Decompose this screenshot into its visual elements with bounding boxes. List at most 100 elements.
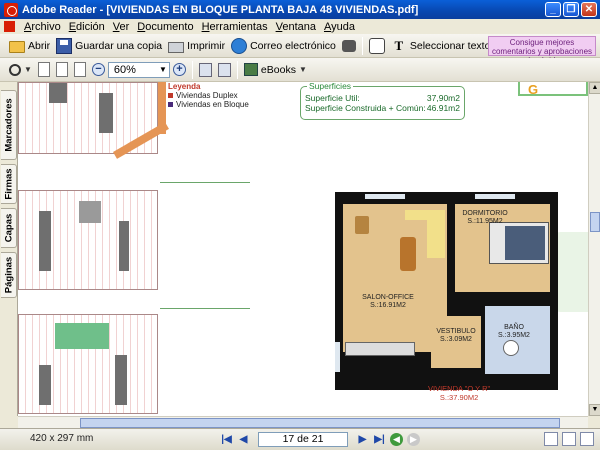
facing-icon[interactable] (580, 432, 594, 446)
chevron-down-icon: ▼ (24, 65, 32, 74)
title-bar: Adobe Reader - [VIVIENDAS EN BLOQUE PLAN… (0, 0, 600, 19)
tab-firmas[interactable]: Firmas (1, 164, 17, 204)
room-label-dormitorio: DORMITORIO S.:11.95M2 (462, 210, 508, 225)
legend-item: Viviendas en Bloque (168, 100, 249, 109)
adobe-reader-icon (4, 2, 18, 17)
minimize-button[interactable]: _ (545, 2, 561, 17)
text-cursor-icon: T (394, 37, 404, 53)
surfaces-box: Superficies Superficie Util: 37,90m2 Supe… (300, 82, 465, 120)
menu-ver[interactable]: Ver (109, 21, 134, 33)
building-plan-block (18, 190, 158, 290)
floor-plan: DORMITORIO S.:11.95M2 SALON-OFFICE S.:16.9… (335, 192, 558, 390)
surface-row: Superficie Construida + Común: 46.91m2 (305, 103, 460, 113)
select-text-button[interactable]: T Seleccionar texto (388, 36, 494, 56)
save-copy-button[interactable]: Guardar una copia (53, 36, 165, 56)
fit-page-button[interactable] (53, 60, 71, 80)
zoom-level-input[interactable]: 60% ▼ (107, 61, 170, 78)
zoom-tool-button[interactable]: ▼ (6, 60, 35, 80)
previous-page-icon[interactable]: ◀ (237, 433, 250, 446)
rotate-clockwise-icon (198, 62, 212, 77)
page-size-label: 420 x 297 mm (30, 433, 94, 444)
go-forward-icon[interactable]: ▶ (407, 433, 420, 446)
main-toolbar: Abrir Guardar una copia Imprimir Correo … (0, 34, 600, 65)
scroll-up-arrow[interactable]: ▲ (589, 82, 600, 94)
legend-title: Leyenda (168, 82, 201, 91)
tab-marcadores[interactable]: Marcadores (1, 90, 17, 160)
disk-icon (56, 37, 73, 54)
zoom-out-button[interactable]: − (89, 60, 108, 80)
divider-line (160, 182, 250, 183)
menu-edicion[interactable]: Edición (65, 21, 109, 33)
tab-capas[interactable]: Capas (1, 208, 17, 248)
page-number-input[interactable]: 17 de 21 (258, 432, 348, 447)
magnifier-icon (9, 63, 21, 76)
corner-logo: G (518, 82, 588, 97)
sofa (427, 210, 445, 258)
close-button[interactable]: ✕ (581, 2, 597, 17)
room-label-bano: BAÑO S.:3.95M2 (498, 324, 530, 339)
tab-paginas[interactable]: Páginas (1, 252, 17, 298)
print-button[interactable]: Imprimir (165, 36, 228, 56)
room-label-vestibulo: VESTIBULO S.:3.09M2 (436, 328, 476, 343)
printer-icon (168, 41, 185, 53)
document-view[interactable]: Leyenda Viviendas Duplex Viviendas en Bl… (18, 82, 588, 416)
horizontal-scrollbar[interactable] (18, 416, 588, 428)
toilet (503, 340, 519, 356)
maximize-button[interactable]: ❐ (563, 2, 579, 17)
rotate-ccw-button[interactable] (215, 60, 234, 80)
chevron-down-icon[interactable]: ▼ (157, 63, 169, 77)
minus-icon: − (91, 63, 105, 76)
toolbar-separator (191, 60, 193, 79)
horizontal-scroll-thumb[interactable] (80, 418, 560, 428)
menu-documento[interactable]: Documento (133, 21, 197, 33)
document-icon[interactable] (4, 21, 15, 32)
legend: Leyenda Viviendas Duplex Viviendas en Bl… (168, 82, 249, 109)
menu-ayuda[interactable]: Ayuda (320, 21, 359, 33)
hand-tool-button[interactable] (366, 36, 388, 56)
menu-bar: Archivo Edición Ver Documento Herramient… (0, 19, 600, 34)
plus-icon: + (172, 63, 186, 76)
last-page-icon[interactable]: ▶| (373, 433, 386, 446)
surfaces-title: Superficies (307, 82, 354, 91)
window-title: Adobe Reader - [VIVIENDAS EN BLOQUE PLAN… (22, 3, 419, 16)
email-icon (231, 37, 248, 54)
bedspread (505, 226, 545, 260)
ebook-icon (243, 63, 258, 76)
first-page-icon[interactable]: |◀ (220, 433, 233, 446)
toolbar-separator (236, 60, 238, 79)
fit-width-button[interactable] (71, 60, 89, 80)
unit-caption: VIVIENDA "O Y R" S.:37.90M2 (428, 384, 491, 402)
next-page-icon[interactable]: ▶ (356, 433, 369, 446)
search-button[interactable] (339, 36, 359, 56)
building-plan-block (18, 314, 158, 414)
sofa (405, 210, 427, 220)
open-button[interactable]: Abrir (6, 36, 53, 56)
folder-icon (9, 41, 25, 53)
go-back-icon[interactable]: ◀ (390, 433, 403, 446)
actual-size-icon (37, 62, 50, 77)
vertical-scrollbar[interactable]: ▲ ▼ (588, 82, 600, 416)
menu-archivo[interactable]: Archivo (20, 21, 65, 33)
vertical-scroll-thumb[interactable] (590, 212, 600, 232)
menu-herramientas[interactable]: Herramientas (198, 21, 272, 33)
email-button[interactable]: Correo electrónico (228, 36, 339, 56)
actual-size-button[interactable] (35, 60, 53, 80)
single-page-icon[interactable] (544, 432, 558, 446)
page-navigation: |◀ ◀ 17 de 21 ▶ ▶| ◀ ▶ (220, 432, 420, 447)
continuous-icon[interactable] (562, 432, 576, 446)
scroll-down-arrow[interactable]: ▼ (589, 404, 600, 416)
promo-banner[interactable]: Consigue mejores comentarios y aprobacio… (488, 36, 596, 65)
building-plan-strip (18, 82, 158, 416)
rotate-cw-button[interactable] (196, 60, 215, 80)
fit-width-icon (73, 62, 86, 77)
view-toolbar: ▼ − 60% ▼ + eBooks ▼ (0, 58, 600, 82)
zoom-in-button[interactable]: + (170, 60, 189, 80)
navigation-pane: Marcadores Firmas Capas Páginas (0, 82, 18, 416)
kitchen-counter (345, 342, 415, 356)
menu-ventana[interactable]: Ventana (272, 21, 320, 33)
toolbar-separator (361, 36, 363, 55)
ebooks-button[interactable]: eBooks ▼ (241, 60, 310, 80)
page-layout-buttons (544, 432, 594, 446)
divider-line (160, 308, 250, 309)
hand-icon (368, 37, 385, 54)
